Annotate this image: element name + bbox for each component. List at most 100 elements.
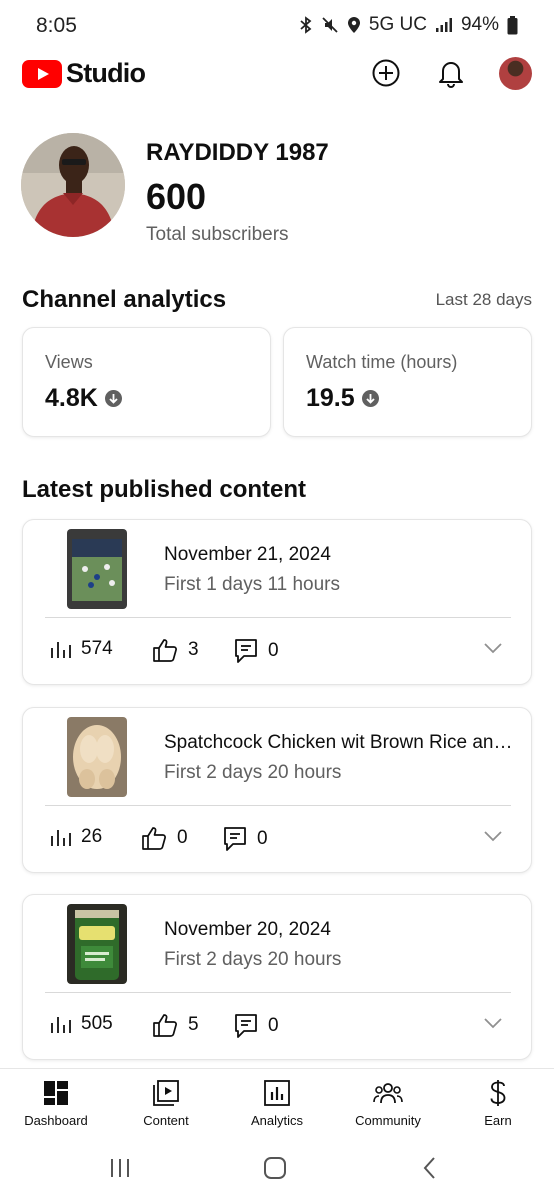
channel-avatar[interactable]: [21, 133, 125, 237]
comment-icon: [224, 827, 246, 851]
content-subtitle: First 2 days 20 hours: [164, 949, 342, 970]
views-count: 505: [81, 1013, 113, 1034]
create-button[interactable]: [369, 56, 403, 90]
nav-earn[interactable]: Earn: [443, 1079, 553, 1128]
youtube-studio-logo[interactable]: Studio: [22, 58, 146, 89]
nav-dashboard[interactable]: Dashboard: [1, 1079, 111, 1128]
latest-content-title: Latest published content: [22, 476, 307, 503]
views-count: 26: [81, 826, 103, 847]
back-button[interactable]: [410, 1156, 450, 1180]
thumbs-up-icon: [153, 639, 177, 662]
nav-analytics[interactable]: Analytics: [222, 1079, 332, 1128]
analytics-range: Last 28 days: [435, 290, 532, 309]
video-thumbnail-chicken: [67, 717, 127, 797]
comments-metric: 0: [223, 826, 268, 852]
network-type: 5G UC: [368, 14, 427, 35]
content-card[interactable]: Spatchcock Chicken wit Brown Rice and Br…: [22, 707, 532, 873]
views-value: 4.8K: [45, 384, 98, 412]
likes-count: 3: [188, 639, 199, 660]
comments-count: 0: [268, 640, 279, 661]
recent-apps-icon: [111, 1159, 129, 1177]
status-time: 8:05: [36, 14, 77, 37]
bluetooth-icon: [300, 16, 312, 34]
comments-count: 0: [257, 828, 268, 849]
nav-label: Dashboard: [24, 1113, 88, 1128]
signal-icon: [435, 18, 452, 32]
analytics-icon: [264, 1080, 290, 1106]
trend-down-icon: [104, 390, 122, 407]
content-card[interactable]: November 20, 2024 First 2 days 20 hours …: [22, 894, 532, 1060]
nav-label: Community: [355, 1113, 421, 1128]
likes-count: 5: [188, 1014, 199, 1035]
nav-label: Content: [143, 1113, 189, 1128]
notifications-button[interactable]: [434, 56, 468, 90]
status-icons: 5G UC 94%: [299, 14, 518, 36]
content-card[interactable]: November 21, 2024 First 1 days 11 hours …: [22, 519, 532, 685]
likes-count: 0: [177, 827, 188, 848]
watch-time-value: 19.5: [306, 384, 355, 412]
views-count: 574: [81, 638, 113, 659]
thumbs-up-icon: [142, 827, 166, 850]
bar-chart-icon: [51, 830, 71, 846]
community-icon: [373, 1083, 403, 1104]
add-circle-icon: [372, 59, 400, 87]
home-button[interactable]: [255, 1156, 295, 1180]
channel-analytics-title: Channel analytics: [22, 286, 227, 313]
bell-icon: [439, 62, 463, 88]
nav-community[interactable]: Community: [333, 1079, 443, 1128]
home-icon: [264, 1157, 286, 1179]
content-subtitle: First 1 days 11 hours: [164, 574, 341, 595]
content-icon: [153, 1080, 179, 1106]
comment-icon: [235, 639, 257, 663]
watch-time-card[interactable]: Watch time (hours) 19.5: [283, 327, 532, 437]
comment-icon: [235, 1014, 257, 1038]
watch-time-label: Watch time (hours): [306, 352, 458, 372]
likes-metric: 5: [152, 1013, 199, 1037]
likes-metric: 0: [141, 826, 188, 850]
bottom-navigation: Dashboard Content Analytics Community Ea…: [0, 1068, 554, 1136]
earn-icon: [490, 1080, 506, 1106]
mute-icon: [322, 17, 338, 33]
account-avatar[interactable]: [499, 57, 532, 90]
nav-content[interactable]: Content: [111, 1079, 221, 1128]
views-card[interactable]: Views 4.8K: [22, 327, 271, 437]
youtube-play-logo-icon: [22, 59, 62, 88]
divider: [45, 992, 511, 993]
subscriber-count: 600: [146, 176, 207, 217]
views-label: Views: [45, 352, 93, 372]
likes-metric: 3: [152, 638, 199, 662]
views-value-row: 4.8K: [45, 384, 122, 413]
logo-text: Studio: [66, 58, 146, 88]
battery-percent: 94%: [460, 14, 499, 35]
channel-name: RAYDIDDY 1987: [146, 139, 329, 166]
views-metric: 574: [49, 638, 113, 660]
subscriber-label: Total subscribers: [146, 224, 289, 245]
video-thumbnail-pine-sol: [67, 904, 127, 984]
battery-icon: [507, 15, 518, 34]
comments-metric: 0: [234, 1013, 279, 1039]
views-metric: 26: [49, 826, 102, 848]
thumbs-up-icon: [153, 1014, 177, 1037]
divider: [45, 617, 511, 618]
dashboard-icon: [44, 1081, 68, 1105]
nav-label: Earn: [484, 1113, 512, 1128]
location-icon: [347, 17, 360, 33]
content-title: November 20, 2024: [164, 919, 331, 940]
watch-time-value-row: 19.5: [306, 384, 379, 413]
chevron-down-icon[interactable]: [483, 642, 503, 654]
video-thumbnail-football: [67, 529, 127, 609]
bar-chart-icon: [51, 642, 71, 658]
content-title: Spatchcock Chicken wit Brown Rice and Br…: [164, 732, 516, 753]
content-subtitle: First 2 days 20 hours: [164, 762, 342, 783]
recent-apps-button[interactable]: [100, 1156, 140, 1180]
divider: [45, 805, 511, 806]
status-bar: 8:05 5G UC 94%: [0, 0, 554, 52]
nav-label: Analytics: [250, 1113, 304, 1128]
content-title: November 21, 2024: [164, 544, 331, 565]
chevron-down-icon[interactable]: [483, 1017, 503, 1029]
chevron-down-icon[interactable]: [483, 830, 503, 842]
system-navigation-bar: [0, 1136, 554, 1200]
bar-chart-icon: [51, 1017, 71, 1033]
app-bar: Studio: [0, 52, 554, 96]
views-metric: 505: [49, 1013, 113, 1035]
